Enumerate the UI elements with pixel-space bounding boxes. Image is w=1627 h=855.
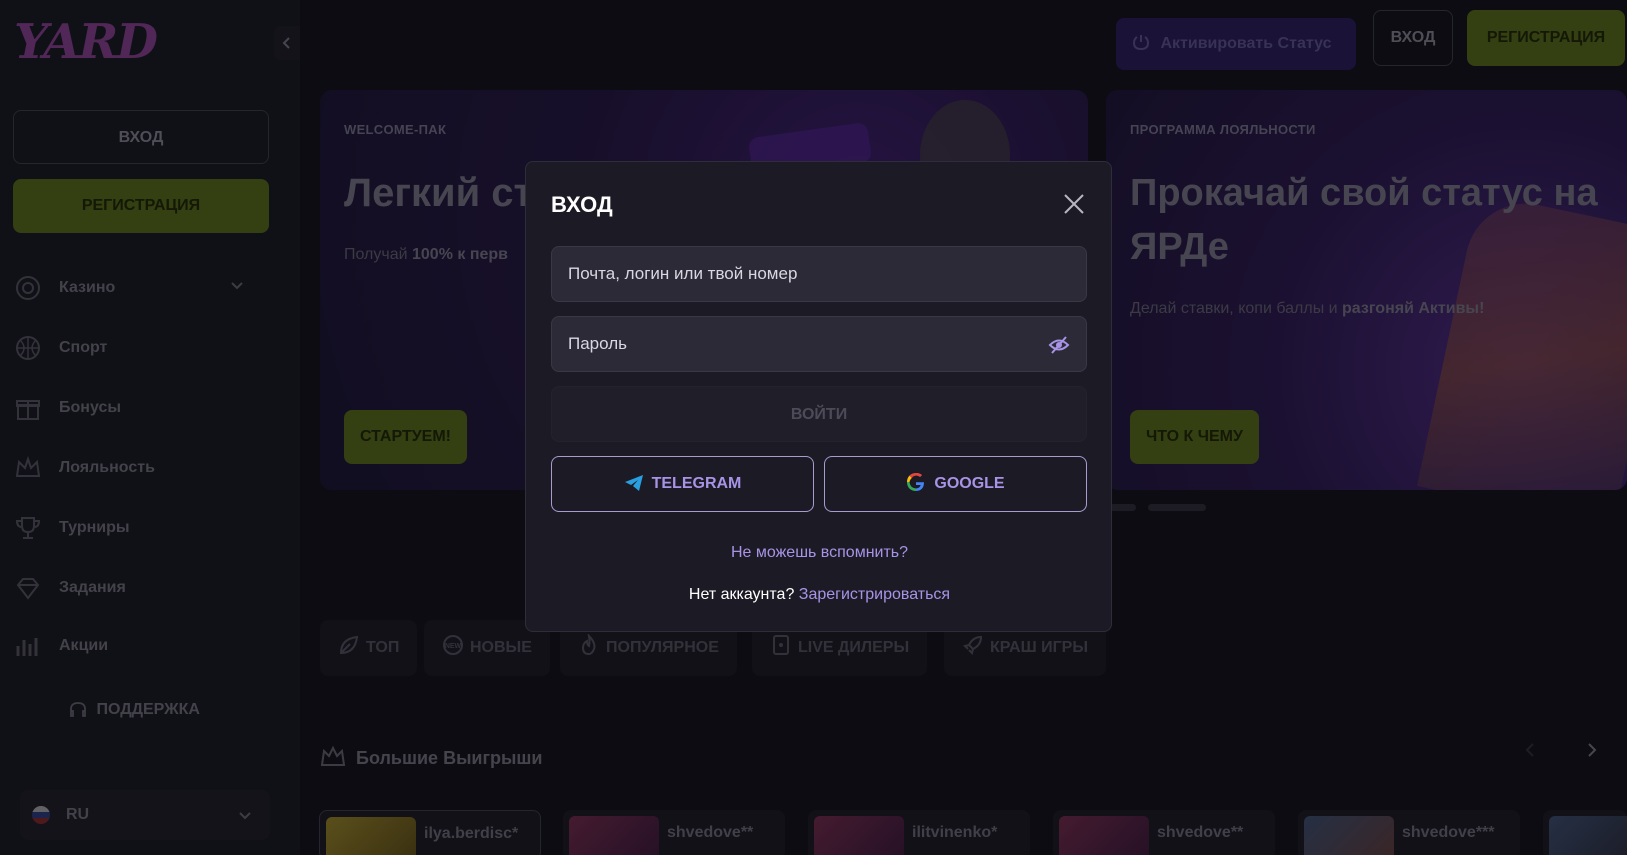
register-link[interactable]: Зарегистрироваться <box>799 586 950 603</box>
login-field[interactable] <box>551 246 1087 302</box>
google-login-button[interactable]: GOOGLE <box>824 456 1087 512</box>
password-field[interactable] <box>551 316 1087 372</box>
forgot-password-link[interactable]: Не можешь вспомнить? <box>526 544 1113 562</box>
login-submit-button[interactable]: ВОЙТИ <box>551 386 1087 442</box>
no-account-row: Нет аккаунта? Зарегистрироваться <box>526 586 1113 604</box>
modal-title: ВХОД <box>551 192 613 217</box>
google-icon <box>907 473 925 491</box>
telegram-icon <box>624 475 643 491</box>
close-icon[interactable] <box>1059 189 1089 219</box>
no-account-label: Нет аккаунта? <box>688 586 795 603</box>
telegram-login-button[interactable]: TELEGRAM <box>551 456 814 512</box>
login-input[interactable] <box>552 247 1086 301</box>
password-input[interactable] <box>552 317 1086 371</box>
eye-slash-icon[interactable] <box>1048 335 1070 355</box>
login-modal: ВХОД ВОЙТИ TELEGRAM GOOGLE Не можешь всп… <box>525 161 1112 632</box>
